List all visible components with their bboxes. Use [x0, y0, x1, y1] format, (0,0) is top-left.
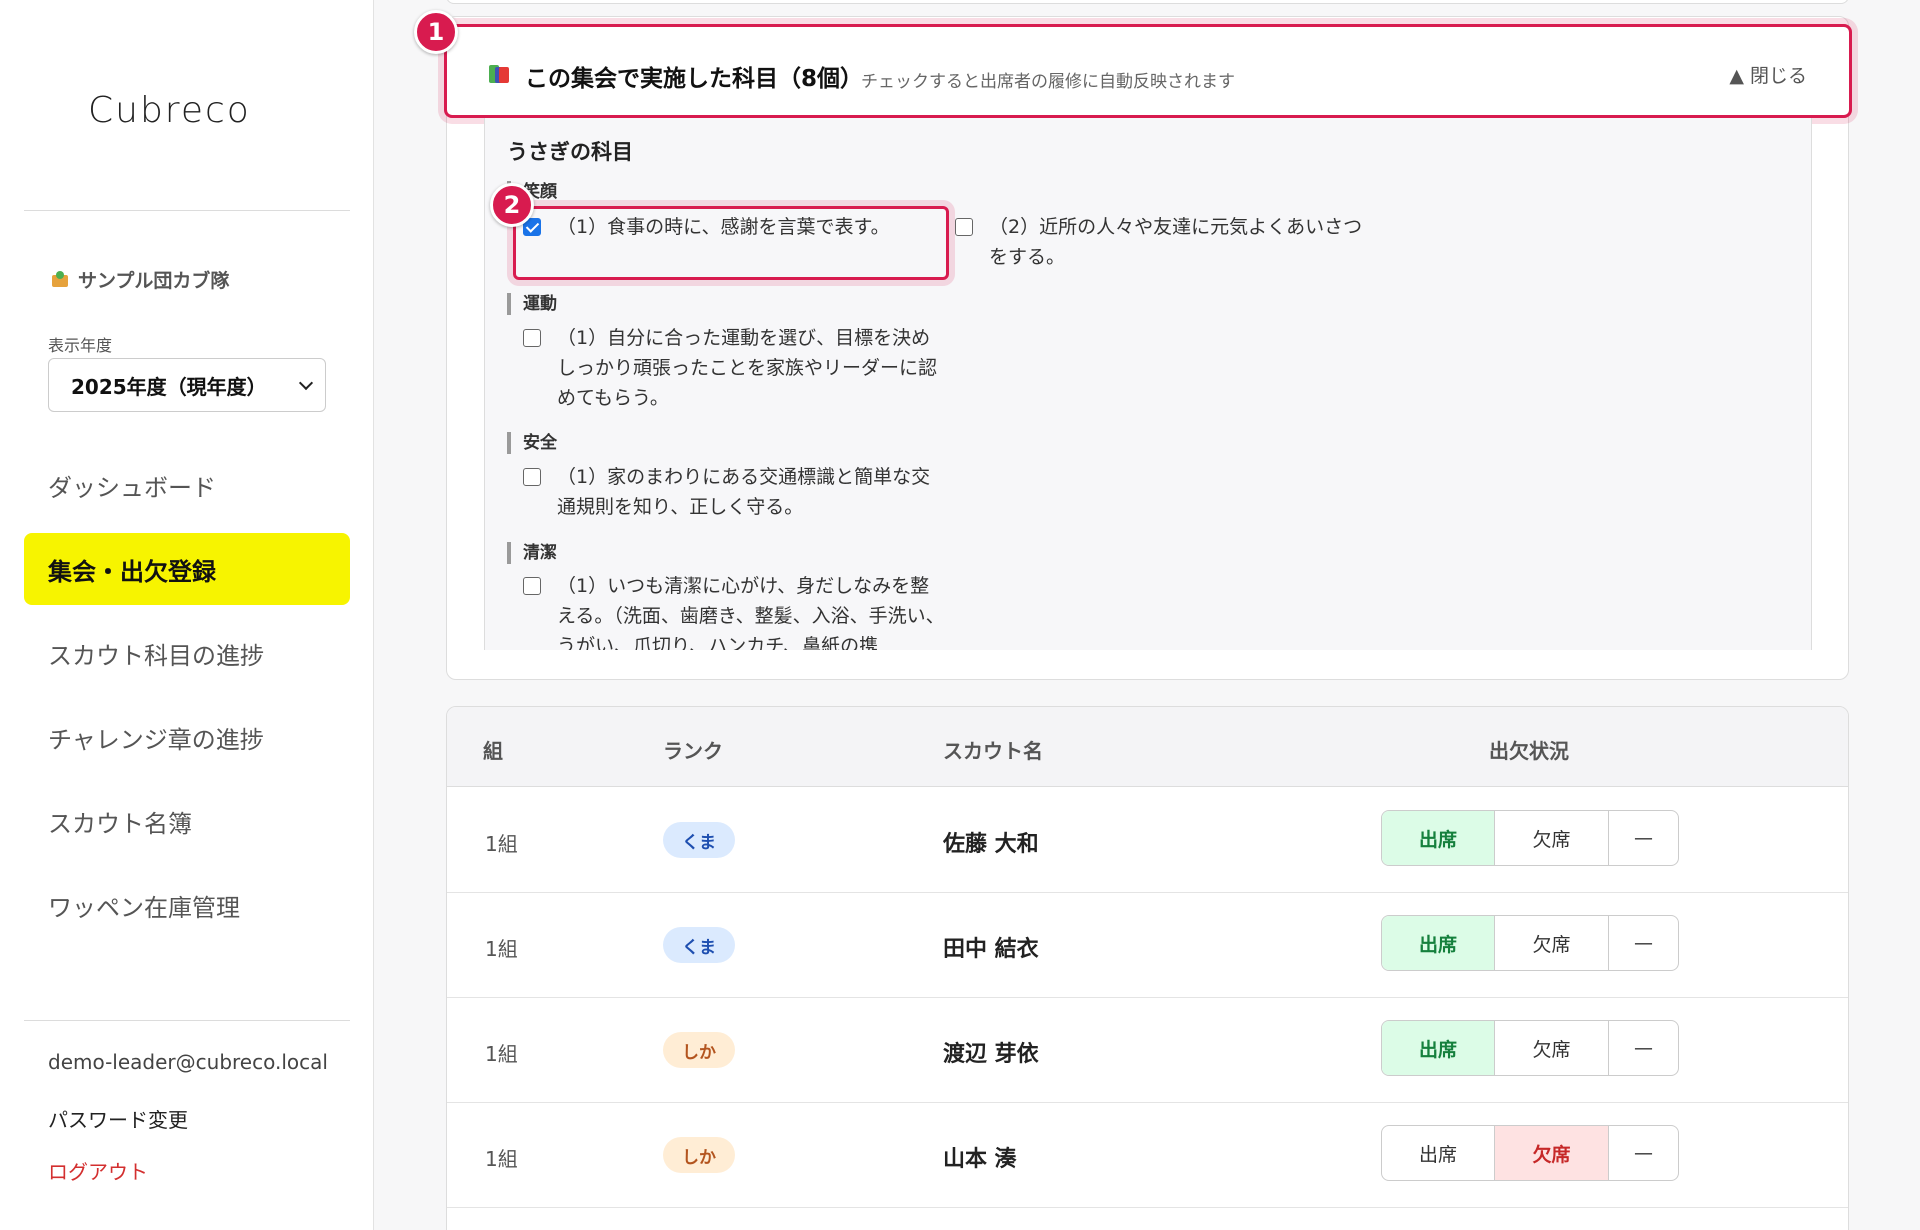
attendance-toggle: 出席 欠席 —: [1381, 1125, 1679, 1181]
subject-item-text: （2）近所の人々や友達に元気よくあいさつをする。: [989, 216, 1363, 268]
logout-link[interactable]: ログアウト: [48, 1156, 148, 1185]
nav-patch-inventory[interactable]: ワッペン在庫管理: [24, 869, 350, 941]
rank-badge: しか: [663, 1032, 735, 1068]
books-icon: [489, 65, 511, 83]
absent-button[interactable]: 欠席: [1495, 916, 1609, 970]
previous-card: [446, 0, 1849, 4]
attendance-toggle: 出席 欠席 —: [1381, 810, 1679, 866]
scout-name: 佐藤 大和: [943, 832, 1039, 857]
subject-item[interactable]: （2）近所の人々や友達に元気よくあいさつをする。: [955, 212, 1369, 272]
app-logo[interactable]: Cubreco: [88, 90, 251, 131]
subject-checkbox[interactable]: [523, 329, 541, 347]
row-group: 1組: [485, 1147, 518, 1171]
sidebar: Cubreco サンプル団カブ隊 表示年度 2025年度（現年度） ダッシュボー…: [0, 0, 374, 1230]
table-header: 組 ランク スカウト名 出欠状況: [447, 707, 1848, 787]
subject-checkbox[interactable]: [955, 218, 973, 236]
password-change-link[interactable]: パスワード変更: [48, 1104, 188, 1133]
nav-meeting-attendance[interactable]: 集会・出欠登録: [24, 533, 350, 605]
annotation-badge-2: 2: [490, 183, 534, 227]
category-label: 安全: [507, 432, 557, 454]
attendance-toggle: 出席 欠席 —: [1381, 915, 1679, 971]
subject-item-text: （1）いつも清潔に心がけ、身だしなみを整える。（洗面、歯磨き、整髪、入浴、手洗い…: [557, 575, 945, 650]
scout-name: 田中 結衣: [943, 937, 1039, 962]
scout-name: 渡辺 芽依: [943, 1042, 1039, 1067]
rank-badge: しか: [663, 1137, 735, 1173]
category-label: 運動: [507, 293, 557, 315]
nav-scout-roster[interactable]: スカウト名簿: [24, 785, 350, 857]
header-scout-name: スカウト名: [943, 739, 1043, 763]
header-status: 出欠状況: [1489, 739, 1569, 763]
clear-button[interactable]: —: [1609, 1126, 1678, 1180]
present-button[interactable]: 出席: [1382, 811, 1495, 865]
table-row: 1組 しか 渡辺 芽依 出席 欠席 —: [447, 998, 1848, 1103]
troop-flag-icon: [50, 270, 70, 289]
subject-checkbox[interactable]: [523, 468, 541, 486]
clear-button[interactable]: —: [1609, 1021, 1678, 1075]
troop-name: サンプル団カブ隊: [50, 266, 229, 293]
subject-item-text: （1）自分に合った運動を選び、目標を決めしっかり頑張ったことを家族やリーダーに認…: [557, 327, 938, 409]
row-group: 1組: [485, 832, 518, 856]
header-group: 組: [483, 739, 503, 763]
year-label: 表示年度: [48, 336, 113, 355]
nav-challenge-badges[interactable]: チャレンジ章の進捗: [24, 701, 350, 773]
row-group: 1組: [485, 937, 518, 961]
attendance-table: 組 ランク スカウト名 出欠状況 1組 くま 佐藤 大和 出席 欠席 — 1組 …: [446, 706, 1849, 1230]
present-button[interactable]: 出席: [1382, 916, 1495, 970]
attendance-toggle: 出席 欠席 —: [1381, 1020, 1679, 1076]
present-button[interactable]: 出席: [1382, 1126, 1495, 1180]
present-button[interactable]: 出席: [1382, 1021, 1495, 1075]
troop-name-text: サンプル団カブ隊: [78, 270, 230, 292]
annotation-badge-1: 1: [414, 10, 458, 54]
rank-badge: くま: [663, 927, 735, 963]
nav-scout-subjects[interactable]: スカウト科目の進捗: [24, 617, 350, 689]
chevron-down-icon: [298, 375, 314, 390]
table-row: 1組 しか 山本 湊 出席 欠席 —: [447, 1103, 1848, 1208]
user-email: demo-leader@cubreco.local: [48, 1050, 328, 1074]
table-row: 1組 くま 田中 結衣 出席 欠席 —: [447, 893, 1848, 998]
year-select[interactable]: 2025年度（現年度）: [48, 358, 326, 412]
subject-item[interactable]: （1）いつも清潔に心がけ、身だしなみを整える。（洗面、歯磨き、整髪、入浴、手洗い…: [523, 571, 947, 650]
table-row: 1組 くま 佐藤 大和 出席 欠席 —: [447, 788, 1848, 893]
clear-button[interactable]: —: [1609, 916, 1678, 970]
year-select-value: 2025年度（現年度）: [71, 374, 267, 399]
category-label: 清潔: [507, 542, 557, 564]
annotation-highlight-2: [513, 206, 949, 280]
absent-button[interactable]: 欠席: [1495, 1021, 1609, 1075]
absent-button[interactable]: 欠席: [1495, 811, 1609, 865]
collapse-button[interactable]: ▲ 閉じる: [1729, 61, 1807, 88]
subjects-title: この集会で実施した科目（8個）: [525, 66, 864, 92]
scout-name: 山本 湊: [943, 1147, 1017, 1172]
subjects-header[interactable]: この集会で実施した科目（8個） チェックすると出席者の履修に自動反映されます ▲…: [444, 24, 1852, 118]
subject-item[interactable]: （1）自分に合った運動を選び、目標を決めしっかり頑張ったことを家族やリーダーに認…: [523, 323, 937, 413]
sidebar-divider: [24, 210, 350, 211]
nav-dashboard[interactable]: ダッシュボード: [24, 449, 350, 521]
subject-checkbox[interactable]: [523, 577, 541, 595]
sidebar-divider-bottom: [24, 1020, 350, 1021]
clear-button[interactable]: —: [1609, 811, 1678, 865]
row-group: 1組: [485, 1042, 518, 1066]
subject-group-title: うさぎの科目: [507, 140, 633, 164]
subjects-list: うさぎの科目 笑顔 （1）食事の時に、感謝を言葉で表す。 （2）近所の人々や友達…: [484, 118, 1812, 650]
subject-item[interactable]: （1）家のまわりにある交通標識と簡単な交通規則を知り、正しく守る。: [523, 462, 937, 522]
subjects-hint: チェックすると出席者の履修に自動反映されます: [861, 72, 1235, 92]
rank-badge: くま: [663, 822, 735, 858]
absent-button[interactable]: 欠席: [1495, 1126, 1609, 1180]
header-rank: ランク: [663, 739, 723, 763]
subject-item-text: （1）家のまわりにある交通標識と簡単な交通規則を知り、正しく守る。: [557, 466, 931, 518]
